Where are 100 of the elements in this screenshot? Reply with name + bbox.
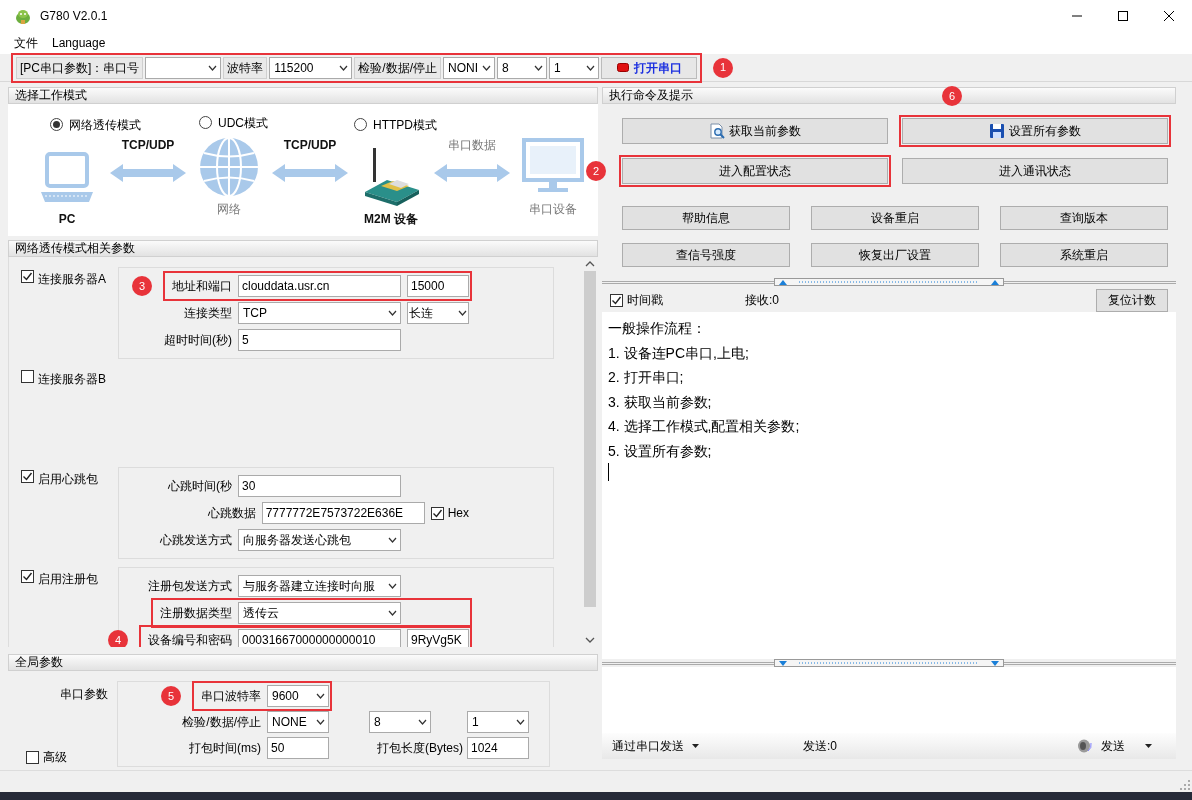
dropdown[interactable]: NONE: [267, 711, 329, 733]
caret-icon: [388, 310, 397, 316]
window-title: G780 V2.0.1: [40, 8, 108, 25]
text-field[interactable]: 00031667000000000010: [238, 629, 401, 647]
dropdown[interactable]: 与服务器建立连接时向服: [238, 575, 401, 597]
caret-icon: [208, 64, 218, 71]
scroll-up-icon[interactable]: [584, 261, 595, 267]
text-field[interactable]: clouddata.usr.cn: [238, 275, 401, 297]
field-label: 串口波特率: [201, 688, 261, 705]
splitter-handle[interactable]: [774, 659, 1004, 667]
checkbox-label[interactable]: 高级: [43, 748, 67, 766]
text-field[interactable]: 1024: [467, 737, 529, 759]
splitter-handle[interactable]: [774, 278, 1004, 286]
caret-icon: [339, 64, 349, 71]
caret-icon: [586, 64, 595, 71]
log-line: 5. 设置所有参数;: [608, 441, 713, 461]
menu-item[interactable]: 文件: [14, 34, 38, 52]
field-label: 波特率: [223, 56, 268, 79]
text-field[interactable]: 5: [238, 329, 401, 351]
checkbox[interactable]: [21, 470, 34, 483]
checkbox[interactable]: [21, 370, 34, 383]
text-field[interactable]: 30: [238, 475, 401, 497]
command-button[interactable]: 进入通讯状态: [902, 158, 1168, 184]
caret-icon: [388, 610, 397, 616]
command-button[interactable]: 系统重启: [1000, 243, 1168, 267]
radio-button[interactable]: [199, 116, 212, 129]
save-icon: [989, 123, 1005, 139]
caret-icon: [482, 64, 491, 71]
checkbox-label[interactable]: 连接服务器A: [38, 270, 106, 288]
field-label: 检验/数据/停止: [182, 714, 261, 731]
command-button[interactable]: 设备重启: [811, 206, 979, 230]
node-label: 串口设备: [529, 201, 577, 218]
send-input[interactable]: [602, 667, 1176, 733]
menu-item[interactable]: Language: [52, 34, 106, 52]
field-label: 心跳时间(秒: [168, 478, 232, 495]
dropdown[interactable]: 长连: [407, 302, 469, 324]
checkbox[interactable]: [430, 506, 444, 520]
caret-icon: [316, 719, 325, 725]
scroll-down-icon[interactable]: [584, 637, 595, 643]
caret-icon: [388, 537, 397, 543]
group-label: 串口参数: [60, 686, 109, 703]
checkbox[interactable]: [26, 750, 39, 764]
send-button[interactable]: 发送: [1077, 737, 1152, 755]
text-field[interactable]: 15000: [407, 275, 469, 297]
field-label: 打包时间(ms): [189, 740, 261, 757]
speaker-icon: [1077, 738, 1093, 754]
log-line: 3. 获取当前参数;: [608, 392, 713, 412]
checkbox-label[interactable]: 启用心跳包: [38, 470, 98, 488]
radio-label[interactable]: 网络透传模式: [69, 115, 141, 134]
caret-icon: [516, 719, 525, 725]
command-button[interactable]: 查信号强度: [622, 243, 790, 267]
app-icon: [14, 7, 32, 25]
command-button[interactable]: 恢复出厂设置: [811, 243, 979, 267]
checkbox[interactable]: [21, 570, 34, 583]
field-label: 检验/数据/停止: [354, 56, 441, 79]
node-label: M2M 设备: [364, 211, 418, 228]
dropdown[interactable]: 115200: [269, 56, 353, 79]
text-field[interactable]: 9RyVg5K: [407, 629, 469, 647]
caret-icon: [418, 719, 427, 725]
checkbox-label[interactable]: Hex: [447, 504, 469, 522]
dropdown[interactable]: 透传云: [238, 602, 401, 624]
dropdown[interactable]: 向服务器发送心跳包: [238, 529, 401, 551]
dropdown[interactable]: 1: [549, 56, 599, 79]
dropdown[interactable]: 8: [497, 56, 547, 79]
callout-number: 6: [942, 86, 962, 106]
command-button[interactable]: 进入配置状态: [622, 158, 888, 184]
radio-button[interactable]: [50, 118, 63, 131]
caret-icon: [1145, 744, 1152, 748]
checkbox-label[interactable]: 启用注册包: [38, 570, 98, 588]
radio-label[interactable]: HTTPD模式: [373, 115, 437, 134]
dropdown[interactable]: 8: [369, 711, 431, 733]
command-button[interactable]: 帮助信息: [622, 206, 790, 230]
command-button[interactable]: 获取当前参数: [622, 118, 888, 144]
led-icon: [616, 63, 629, 72]
caret-icon: [388, 583, 397, 589]
field-label: [PC串口参数]：串口号: [16, 56, 144, 79]
field-label: 注册数据类型: [160, 605, 232, 622]
checkbox[interactable]: [610, 293, 623, 307]
field-label: 打包长度(Bytes): [376, 740, 463, 757]
section-header: 全局参数: [8, 654, 598, 671]
dropdown[interactable]: 1: [467, 711, 529, 733]
dropdown[interactable]: TCP: [238, 302, 401, 324]
radio-label[interactable]: UDC模式: [218, 113, 268, 132]
caret-icon: [316, 693, 325, 699]
text-field[interactable]: 7777772E7573722E636E: [261, 502, 425, 524]
open-port-button[interactable]: 打开串口: [601, 56, 697, 79]
command-button[interactable]: 设置所有参数: [902, 118, 1168, 144]
dropdown[interactable]: NONI: [443, 56, 495, 79]
checkbox[interactable]: [21, 270, 34, 283]
resize-grip-icon[interactable]: [1180, 780, 1190, 790]
text-field[interactable]: 50: [267, 737, 329, 759]
dropdown[interactable]: 9600: [267, 685, 329, 707]
send-mode-dropdown[interactable]: 通过串口发送: [612, 737, 699, 755]
log-line: 1. 设备连PC串口,上电;: [608, 343, 750, 363]
link-label: 串口数据: [448, 137, 496, 154]
radio-button[interactable]: [354, 118, 367, 131]
reset-count-button[interactable]: 复位计数: [1096, 288, 1168, 312]
checkbox-label[interactable]: 连接服务器B: [38, 370, 106, 388]
checkbox-label[interactable]: 时间戳: [627, 291, 663, 309]
command-button[interactable]: 查询版本: [1000, 206, 1168, 230]
